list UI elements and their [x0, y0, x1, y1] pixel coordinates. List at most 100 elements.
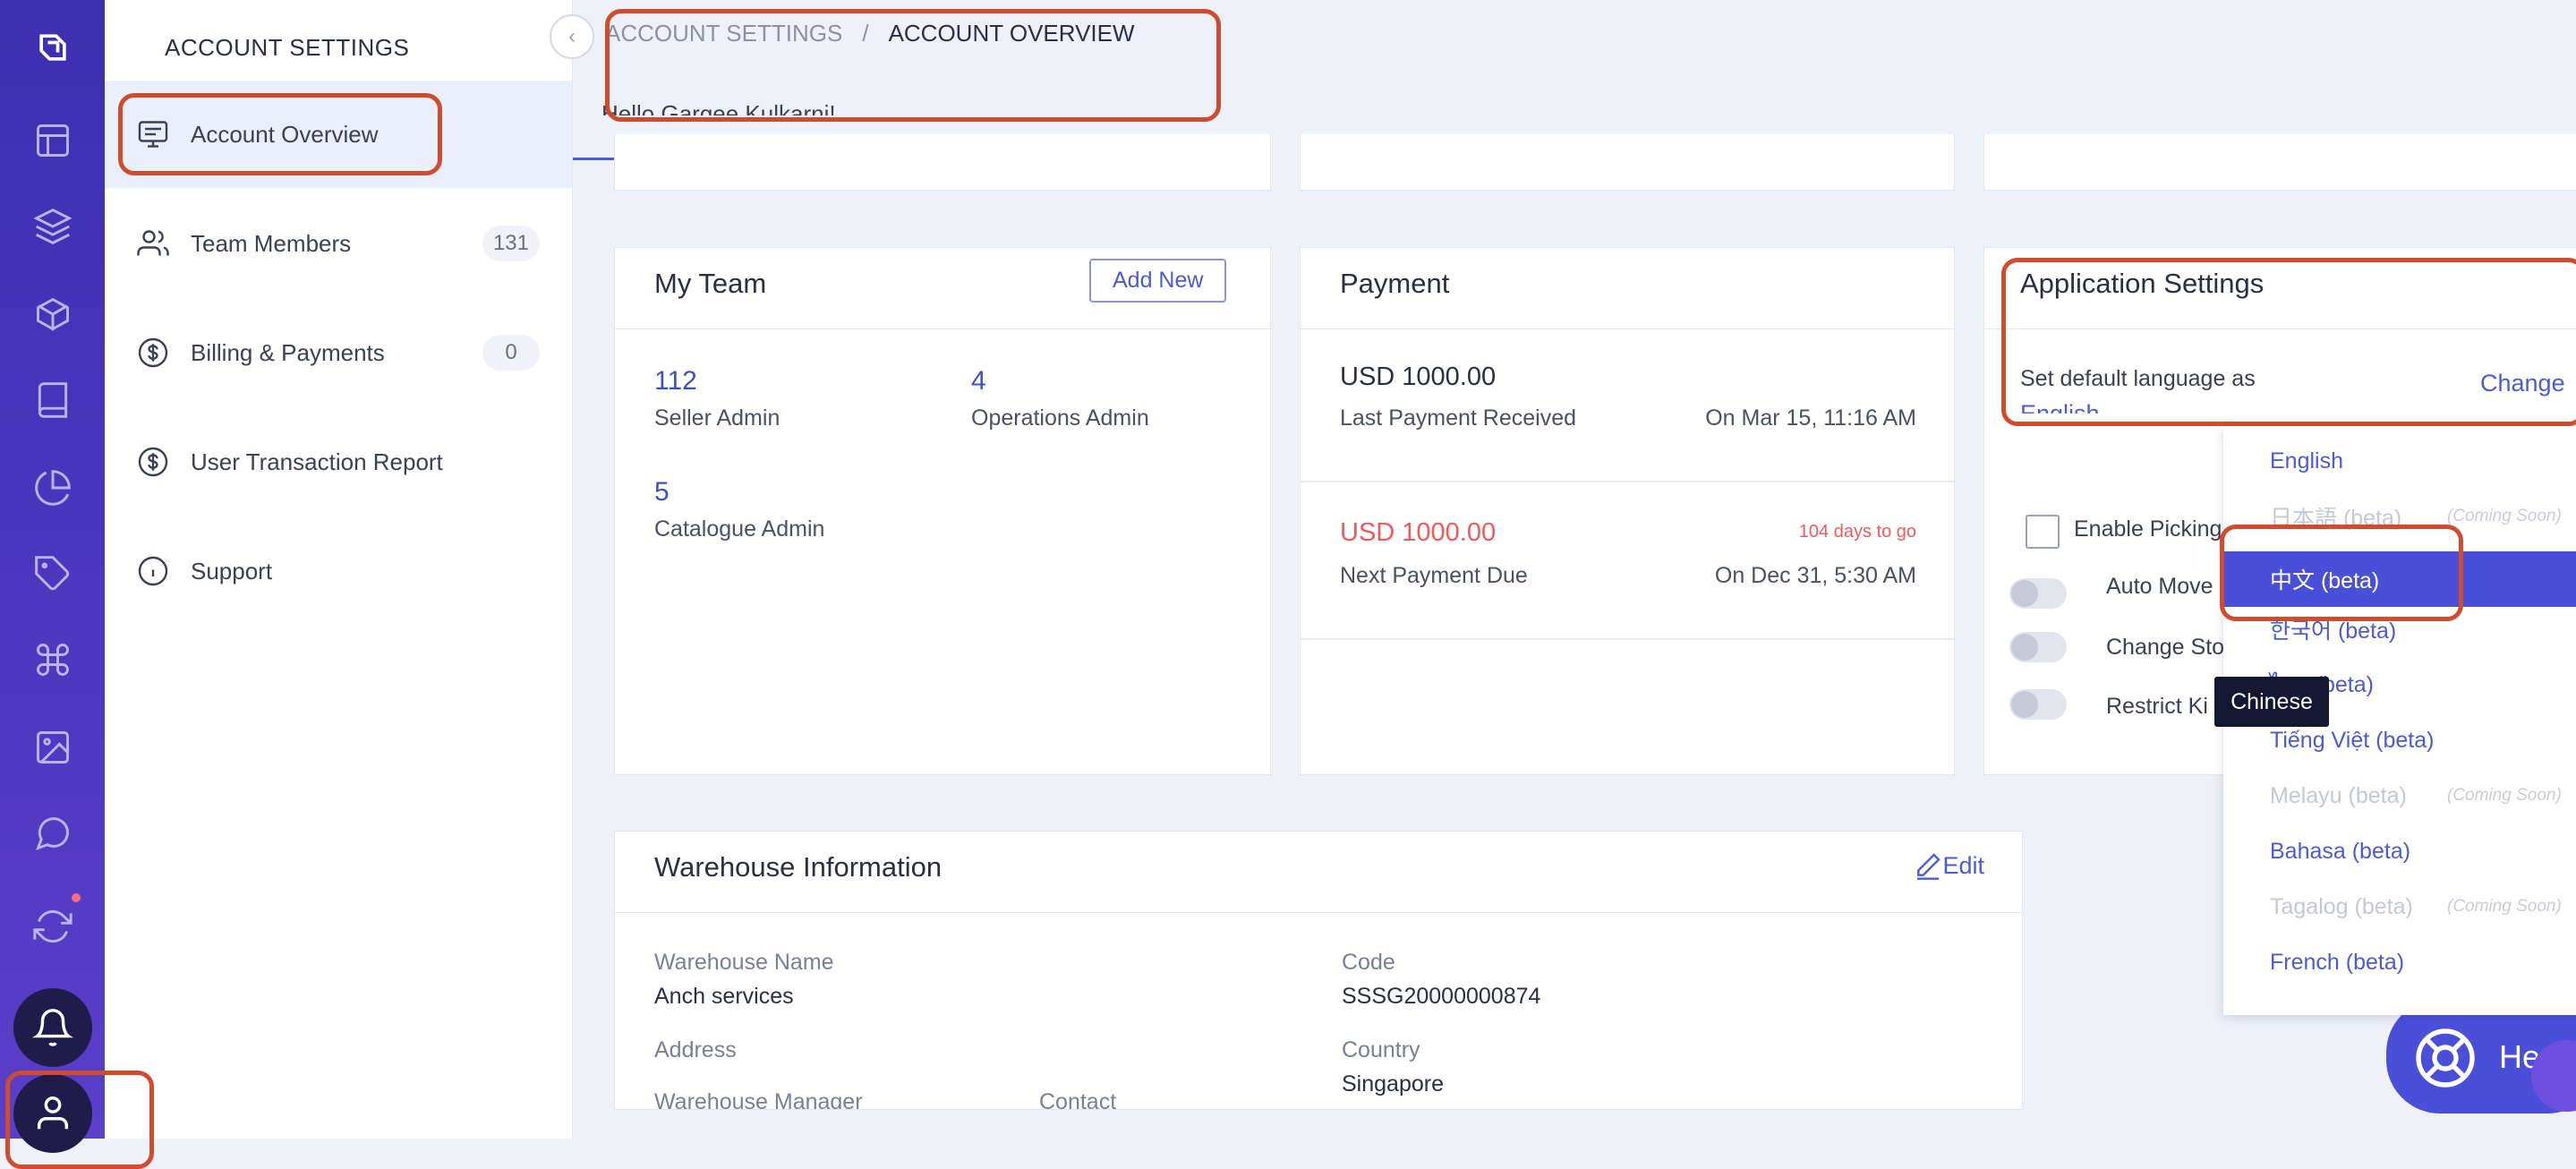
sidebar-item-billing-payments[interactable]: Billing & Payments 0: [105, 299, 572, 406]
language-option-label: Bahasa (beta): [2270, 838, 2411, 864]
dollar-icon: [135, 444, 171, 480]
divider: [1301, 481, 1954, 482]
code-key: Code: [1342, 950, 1395, 975]
sidebar-item-support[interactable]: Support: [105, 517, 572, 625]
breadcrumb: ACCOUNT SETTINGS / ACCOUNT OVERVIEW: [605, 20, 1135, 47]
pencil-icon: [1917, 853, 1941, 880]
enable-picking-label: Enable Picking: [2074, 516, 2222, 542]
payment-card: Payment USD 1000.00 Last Payment Receive…: [1300, 247, 1955, 775]
language-option-french[interactable]: French (beta): [2223, 934, 2576, 990]
sidebar-item-label: Support: [191, 557, 273, 584]
auto-move-label: Auto Move: [2106, 574, 2213, 599]
enable-picking-checkbox[interactable]: [2026, 515, 2060, 549]
book-icon[interactable]: [25, 372, 81, 428]
last-payment-amount: USD 1000.00: [1340, 363, 1497, 391]
seller-admin-count[interactable]: 112: [654, 366, 697, 397]
language-option-label: Tiếng Việt (beta): [2270, 727, 2435, 753]
breadcrumb-account-settings[interactable]: ACCOUNT SETTINGS: [605, 20, 842, 47]
language-option-bahasa[interactable]: Bahasa (beta): [2223, 823, 2576, 879]
card-partial-3: [1983, 134, 2576, 191]
monitor-icon: [135, 116, 171, 152]
language-option-tagalog: Tagalog (beta) (Coming Soon): [2223, 879, 2576, 934]
layout-icon[interactable]: [25, 113, 81, 168]
language-option-label: English: [2270, 448, 2343, 474]
card-partial-1: [614, 134, 1271, 191]
tag-icon[interactable]: [25, 546, 81, 602]
language-option-english[interactable]: English: [2223, 433, 2576, 489]
layers-icon[interactable]: [25, 199, 81, 254]
card-title: Application Settings: [2020, 268, 2265, 299]
next-payment-amount: USD 1000.00: [1340, 518, 1497, 547]
contact-key: Contact: [1039, 1089, 1117, 1110]
next-payment-label: Next Payment Due: [1340, 563, 1528, 588]
lifebuoy-icon: [2416, 1028, 2475, 1088]
edit-label: Edit: [1942, 851, 1984, 879]
add-new-button[interactable]: Add New: [1089, 259, 1227, 303]
greeting-text: Hello Gargee Kulkarni!: [601, 100, 836, 127]
restrict-kit-toggle[interactable]: [2009, 689, 2067, 720]
operations-admin-count[interactable]: 4: [971, 366, 986, 397]
count-badge: 0: [482, 335, 540, 371]
sidebar-item-label: Billing & Payments: [191, 338, 385, 366]
language-option-label: 한국어 (beta): [2270, 619, 2397, 644]
warehouse-information-card: Warehouse Information Edit Warehouse Nam…: [614, 831, 2023, 1110]
country-key: Country: [1342, 1037, 1420, 1062]
sync-icon[interactable]: [25, 899, 81, 954]
user-icon[interactable]: [13, 1074, 92, 1153]
bell-icon[interactable]: [13, 988, 92, 1067]
edit-warehouse-button[interactable]: Edit: [1914, 851, 1984, 880]
warehouse-manager-key: Warehouse Manager: [654, 1089, 863, 1110]
change-language-link[interactable]: Change: [2480, 370, 2565, 397]
seller-admin-label: Seller Admin: [654, 405, 780, 431]
language-option-label: French (beta): [2270, 949, 2405, 975]
chat-icon[interactable]: [25, 806, 81, 861]
language-option-label: 日本語 (beta): [2270, 506, 2402, 531]
icon-rail: [0, 0, 105, 1153]
country-value: Singapore: [1342, 1071, 1444, 1096]
language-option-malay: Melayu (beta) (Coming Soon): [2223, 768, 2576, 823]
default-language-value: English: [2020, 400, 2100, 427]
info-icon: [135, 553, 171, 589]
language-option-korean[interactable]: 한국어 (beta): [2223, 602, 2576, 657]
catalogue-admin-count[interactable]: 5: [654, 477, 670, 508]
default-language-label: Set default language as: [2020, 366, 2256, 391]
language-option-label: 中文 (beta): [2270, 568, 2380, 593]
settings-sidebar: ACCOUNT SETTINGS Account Overview Team M…: [105, 0, 573, 1139]
divider: [1301, 638, 1954, 640]
coming-soon-label: (Coming Soon): [2447, 507, 2562, 525]
catalogue-admin-label: Catalogue Admin: [654, 516, 825, 542]
users-icon: [135, 226, 171, 261]
operations-admin-label: Operations Admin: [971, 405, 1149, 431]
coming-soon-label: (Coming Soon): [2447, 786, 2562, 805]
card-title: Warehouse Information: [654, 851, 943, 883]
language-option-label: Melayu (beta): [2270, 782, 2407, 808]
card-title: Payment: [1340, 268, 1450, 299]
image-icon[interactable]: [25, 720, 81, 775]
box-icon[interactable]: [25, 286, 81, 342]
pie-chart-icon[interactable]: [25, 460, 81, 516]
breadcrumb-account-overview: ACCOUNT OVERVIEW: [888, 20, 1135, 47]
command-icon[interactable]: [25, 632, 81, 687]
logo-icon[interactable]: [25, 20, 81, 75]
sidebar-item-label: User Transaction Report: [191, 448, 443, 475]
auto-move-toggle[interactable]: [2009, 578, 2067, 609]
sidebar-item-account-overview[interactable]: Account Overview: [105, 81, 572, 188]
card-partial-2: [1300, 134, 1955, 191]
sidebar-item-team-members[interactable]: Team Members 131: [105, 190, 572, 297]
chevron-left-icon: ‹: [568, 24, 576, 48]
divider: [615, 912, 2022, 913]
sidebar-item-user-transaction-report[interactable]: User Transaction Report: [105, 408, 572, 516]
restrict-kit-label: Restrict Ki: [2106, 694, 2208, 719]
collapse-sidebar-button[interactable]: ‹: [550, 14, 594, 59]
change-store-toggle[interactable]: [2009, 632, 2067, 662]
last-payment-label: Last Payment Received: [1340, 405, 1577, 431]
language-option-japanese: 日本語 (beta) (Coming Soon): [2223, 506, 2576, 544]
last-payment-date: On Mar 15, 11:16 AM: [1705, 405, 1916, 431]
language-option-chinese[interactable]: 中文 (beta): [2223, 551, 2576, 607]
sidebar-item-label: Account Overview: [191, 120, 379, 148]
address-key: Address: [654, 1037, 737, 1062]
days-to-go: 104 days to go: [1798, 522, 1916, 542]
notification-dot: [72, 893, 81, 902]
card-title: My Team: [654, 268, 767, 299]
language-option-label: Tagalog (beta): [2270, 893, 2413, 919]
